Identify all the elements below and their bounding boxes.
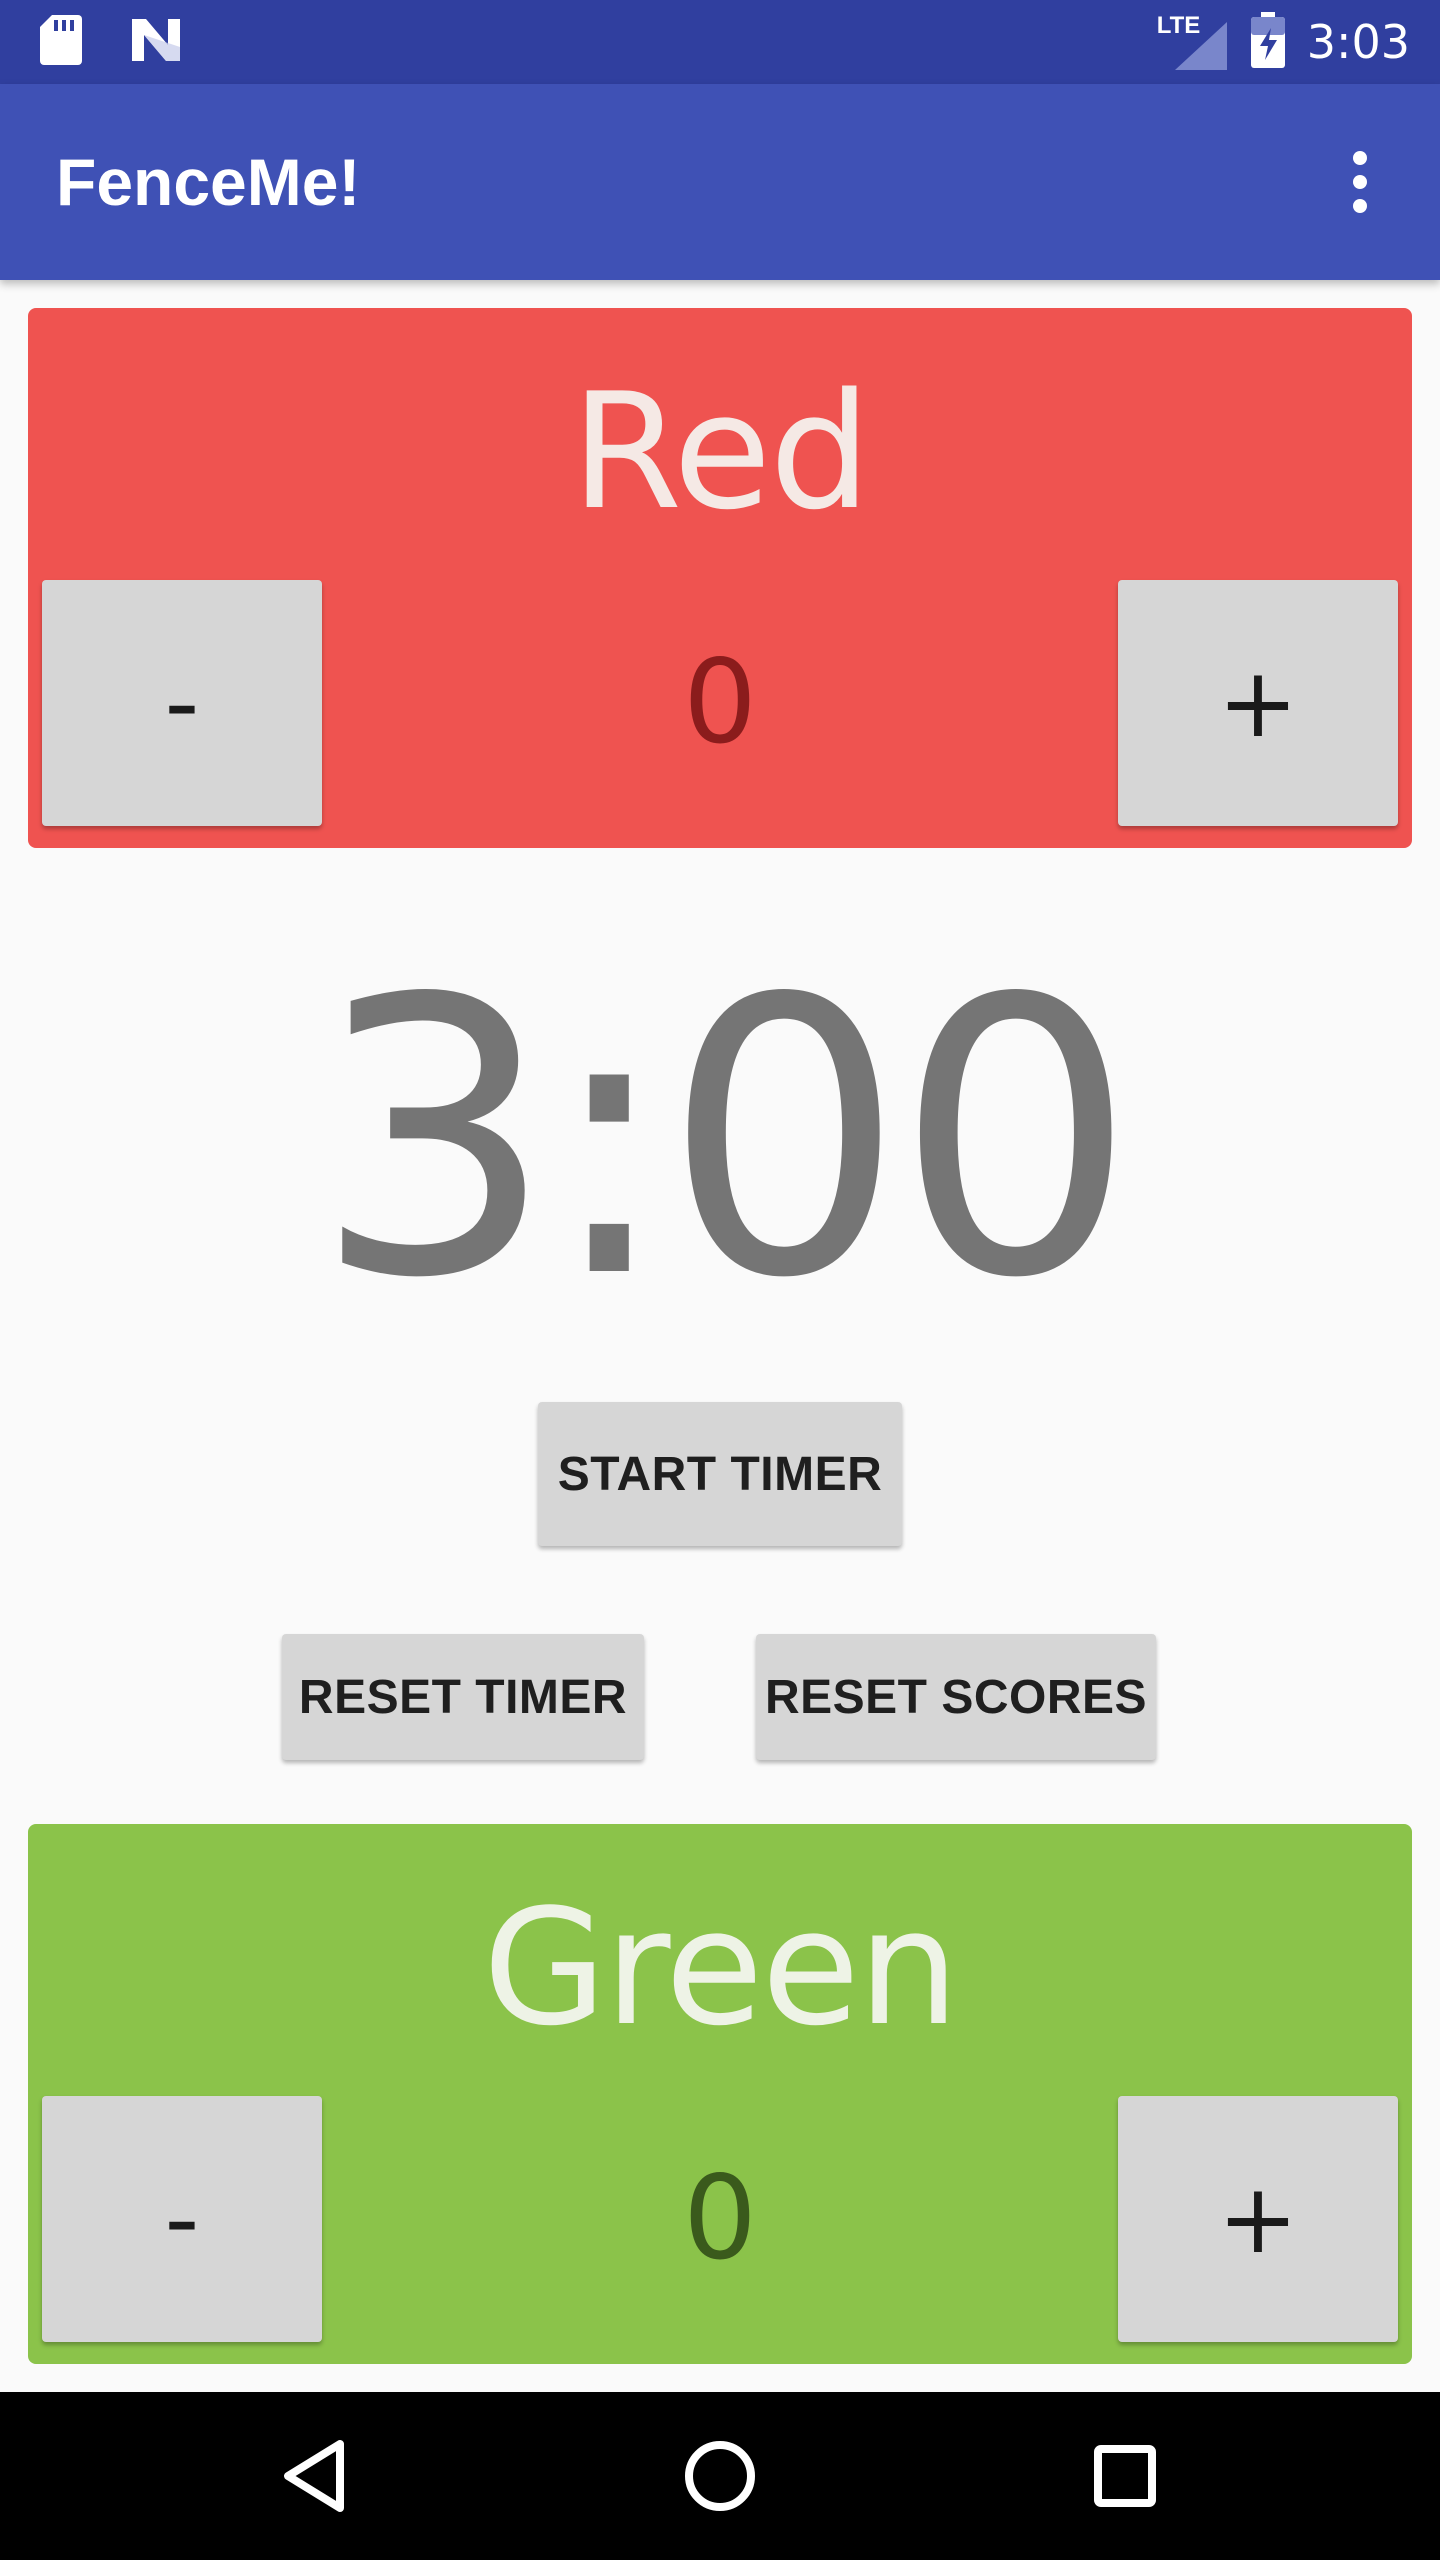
red-score: 0 xyxy=(683,635,757,770)
red-team-name: Red xyxy=(571,358,871,545)
green-increment-button[interactable]: + xyxy=(1118,2096,1398,2342)
battery-charging-icon xyxy=(1250,12,1285,72)
menu-dot xyxy=(1353,175,1367,189)
start-timer-button[interactable]: START TIMER xyxy=(538,1402,902,1546)
red-increment-button[interactable]: + xyxy=(1118,580,1398,826)
status-right-icons: LTE 3:03 xyxy=(1157,0,1410,84)
status-left-icons xyxy=(40,14,182,70)
overflow-menu-icon[interactable] xyxy=(1320,142,1400,222)
status-time: 3:03 xyxy=(1306,15,1410,69)
back-icon[interactable] xyxy=(265,2426,365,2526)
navigation-bar xyxy=(0,2392,1440,2560)
green-team-card: Green - 0 + xyxy=(28,1824,1412,2364)
signal-icon: LTE xyxy=(1157,12,1229,70)
timer-display: 3:00 xyxy=(313,918,1136,1361)
green-decrement-button[interactable]: - xyxy=(42,2096,322,2342)
green-score: 0 xyxy=(683,2151,757,2286)
red-decrement-button[interactable]: - xyxy=(42,580,322,826)
sd-card-icon xyxy=(40,15,82,69)
red-team-card: Red - 0 + xyxy=(28,308,1412,848)
menu-dot xyxy=(1353,199,1367,213)
app-title: FenceMe! xyxy=(56,145,361,219)
n-notification-icon xyxy=(130,17,182,67)
menu-dot xyxy=(1353,151,1367,165)
reset-scores-button[interactable]: RESET SCORES xyxy=(756,1634,1156,1760)
green-team-name: Green xyxy=(482,1874,960,2061)
reset-timer-button[interactable]: RESET TIMER xyxy=(282,1634,644,1760)
app-screen: LTE 3:03 FenceMe! Red - 0 + 3:00 START T… xyxy=(0,0,1440,2560)
app-bar: FenceMe! xyxy=(0,84,1440,280)
recents-icon[interactable] xyxy=(1075,2426,1175,2526)
home-icon[interactable] xyxy=(670,2426,770,2526)
status-bar: LTE 3:03 xyxy=(0,0,1440,84)
